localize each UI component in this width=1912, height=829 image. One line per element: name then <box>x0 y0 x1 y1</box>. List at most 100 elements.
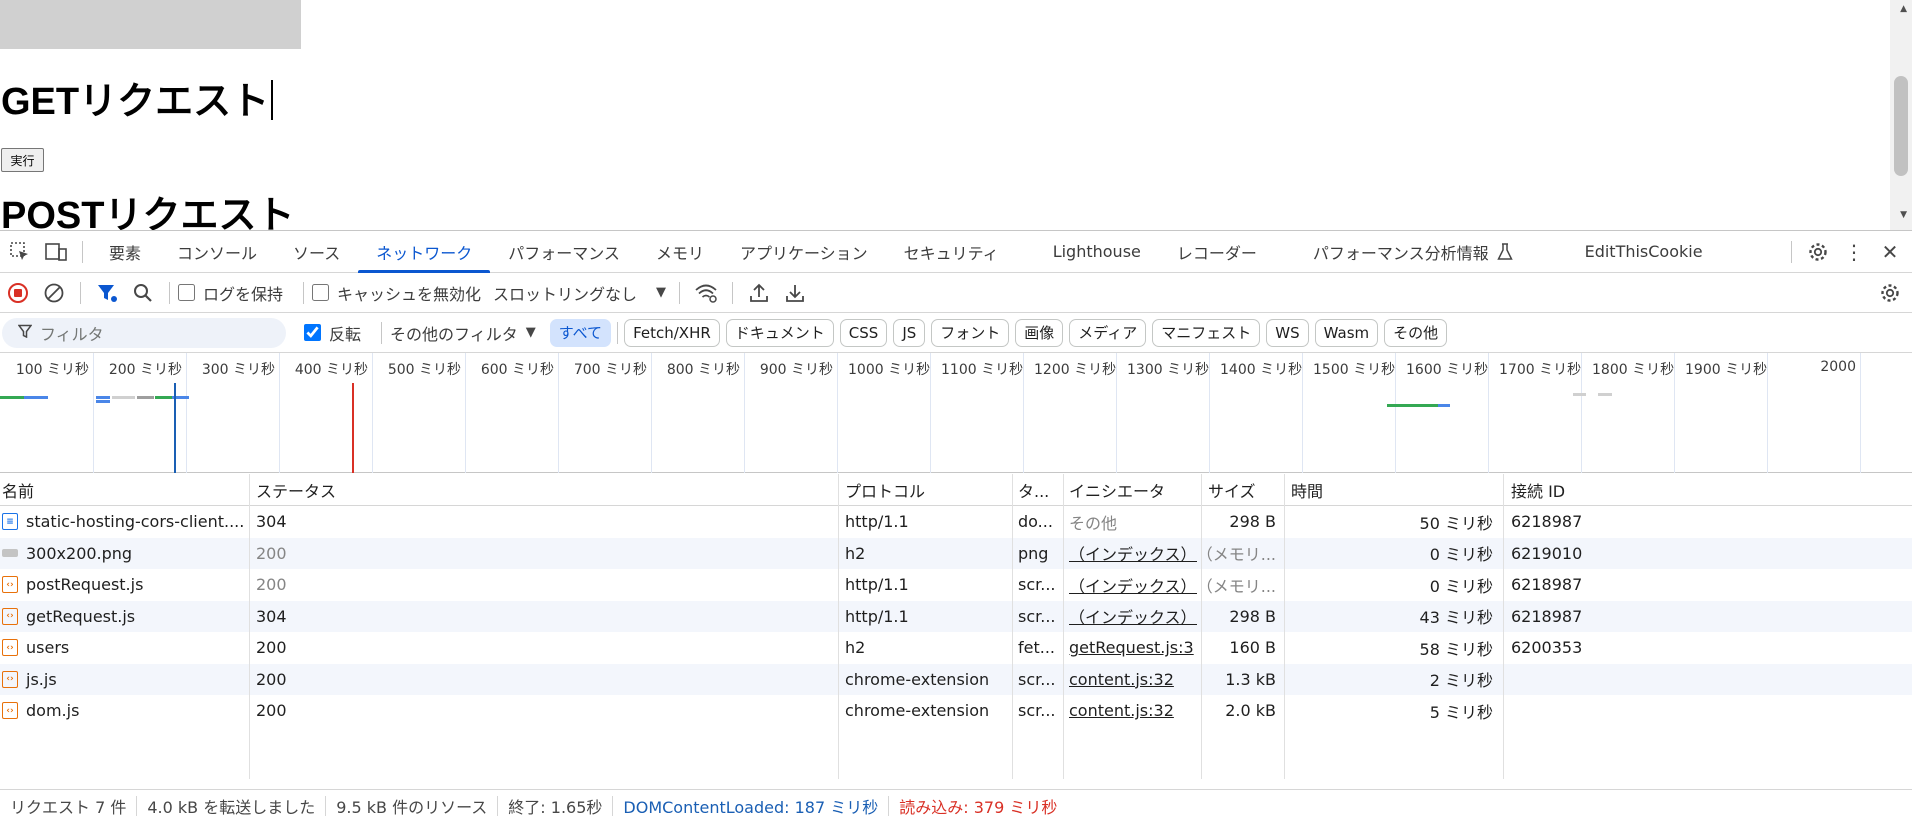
header-protocol[interactable]: プロトコル <box>843 474 1008 506</box>
table-row[interactable]: ‹› users 200 h2 fet... getRequest.js:3 160 B 58… <box>0 632 1912 664</box>
close-devtools-icon[interactable]: ✕ <box>1872 234 1908 270</box>
chip-ws[interactable]: WS <box>1266 318 1309 347</box>
column-divider[interactable] <box>1201 474 1202 779</box>
cell-initiator[interactable]: content.js:32 <box>1067 695 1197 727</box>
record-stop-icon[interactable] <box>0 275 36 311</box>
script-icon: ‹› <box>2 607 18 625</box>
chip-wasm[interactable]: Wasm <box>1314 318 1379 347</box>
table-row[interactable]: ‹› getRequest.js 304 http/1.1 scr... （インデックス）… <box>0 600 1912 633</box>
chip-document[interactable]: ドキュメント <box>725 318 834 347</box>
tab-console[interactable]: コンソール <box>159 231 275 273</box>
status-finish: 終了: 1.65秒 <box>498 796 614 817</box>
column-divider[interactable] <box>249 474 250 779</box>
clear-log-icon[interactable] <box>36 275 72 311</box>
image-icon <box>2 549 18 558</box>
chip-manifest[interactable]: マニフェスト <box>1152 318 1261 347</box>
chip-fetch-xhr[interactable]: Fetch/XHR <box>624 318 720 347</box>
toolbar-divider <box>80 281 81 304</box>
chip-media[interactable]: メディア <box>1069 318 1147 347</box>
preserve-log-input[interactable] <box>178 284 195 301</box>
tab-elements[interactable]: 要素 <box>91 231 159 273</box>
preserve-log-checkbox[interactable]: ログを保持 <box>178 281 283 305</box>
toolbar-divider <box>169 281 170 304</box>
column-divider[interactable] <box>1063 474 1064 779</box>
more-options-icon[interactable]: ⋮ <box>1836 234 1872 270</box>
chevron-down-icon[interactable]: ▼ <box>651 275 671 311</box>
run-button[interactable]: 実行 <box>1 148 44 172</box>
column-divider[interactable] <box>1503 474 1504 779</box>
more-filters-chevron-icon[interactable]: ▼ <box>526 325 536 340</box>
table-row[interactable]: ‹› postRequest.js 200 http/1.1 scr... （インデックス… <box>0 569 1912 601</box>
scroll-up-icon[interactable]: ▲ <box>1900 4 1907 14</box>
cell-initiator[interactable]: （インデックス）:1 <box>1067 601 1197 633</box>
timeline-gridline <box>1860 353 1861 473</box>
header-initiator[interactable]: イニシエータ <box>1067 474 1197 506</box>
cell-conn: 6218987 <box>1511 512 1583 532</box>
invert-checkbox[interactable]: 反転 <box>304 321 361 345</box>
tab-sources[interactable]: ソース <box>275 231 358 273</box>
search-icon[interactable] <box>125 275 161 311</box>
network-settings-gear-icon[interactable] <box>1872 275 1908 311</box>
tab-security[interactable]: セキュリティ <box>886 231 1017 273</box>
disable-cache-checkbox[interactable]: キャッシュを無効化 <box>312 281 481 305</box>
table-row[interactable]: ≡ static-hosting-cors-client.... 304 http/1… <box>0 506 1912 538</box>
timeline-overview[interactable]: 100 ミリ秒 200 ミリ秒 300 ミリ秒 400 ミリ秒 500 ミリ秒 600 ミ… <box>0 353 1912 473</box>
network-conditions-icon[interactable] <box>688 275 724 311</box>
header-name[interactable]: 名前 <box>0 474 248 506</box>
inspect-element-icon[interactable] <box>2 234 38 270</box>
import-har-icon[interactable] <box>741 275 777 311</box>
tab-recorder[interactable]: レコーダー <box>1159 231 1275 273</box>
disable-cache-input[interactable] <box>312 284 330 301</box>
chip-image[interactable]: 画像 <box>1015 318 1064 347</box>
tab-application[interactable]: アプリケーション <box>722 231 886 273</box>
scroll-thumb[interactable] <box>1894 76 1908 176</box>
timeline-tick-label: 1400 ミリ秒 <box>1220 362 1303 378</box>
chip-all[interactable]: すべて <box>549 318 612 347</box>
tab-performance[interactable]: パフォーマンス <box>490 231 638 273</box>
scroll-down-icon[interactable]: ▼ <box>1900 210 1907 220</box>
device-toolbar-icon[interactable] <box>38 234 74 270</box>
cell-initiator[interactable]: （インデックス）:1 <box>1067 569 1197 601</box>
tab-performance-insights[interactable]: パフォーマンス分析情報 <box>1295 231 1493 273</box>
tab-editthiscookie[interactable]: EditThisCookie <box>1567 231 1721 273</box>
cell-initiator[interactable]: content.js:32 <box>1067 664 1197 696</box>
tab-memory[interactable]: メモリ <box>638 231 722 273</box>
column-divider[interactable] <box>838 474 839 779</box>
column-divider[interactable] <box>1284 474 1285 779</box>
timeline-tick-label: 2000 <box>1820 359 1856 375</box>
header-status[interactable]: ステータス <box>254 474 834 506</box>
chip-font[interactable]: フォント <box>931 318 1010 347</box>
cell-size: 160 B <box>1229 638 1276 658</box>
chip-css[interactable]: CSS <box>839 318 888 347</box>
header-type[interactable]: タ... <box>1016 474 1061 506</box>
tab-network[interactable]: ネットワーク <box>358 231 491 273</box>
page-scrollbar[interactable]: ▲ ▼ <box>1890 0 1912 230</box>
timeline-gridline <box>1302 353 1303 473</box>
table-row[interactable]: 300x200.png 200 h2 png （インデックス）:8 （メモリ... 0 ミリ… <box>0 537 1912 570</box>
invert-input[interactable] <box>304 324 321 341</box>
timeline-gridline <box>1488 353 1489 473</box>
timeline-request-bar <box>1573 393 1586 396</box>
header-size[interactable]: サイズ <box>1206 474 1282 506</box>
timeline-request-bar <box>137 396 154 399</box>
cell-initiator[interactable]: （インデックス）:8 <box>1067 538 1197 570</box>
chip-js[interactable]: JS <box>893 318 926 347</box>
timeline-request-bar <box>96 396 110 399</box>
filter-input[interactable]: フィルタ <box>2 317 286 348</box>
settings-gear-icon[interactable] <box>1800 234 1836 270</box>
header-connection-id[interactable]: 接続 ID <box>1509 474 1709 506</box>
chip-other[interactable]: その他 <box>1384 318 1448 347</box>
export-har-icon[interactable] <box>777 275 813 311</box>
column-divider[interactable] <box>1012 474 1013 779</box>
table-row[interactable]: ‹› dom.js 200 chrome-extension scr... content… <box>0 695 1912 727</box>
table-row[interactable]: ‹› js.js 200 chrome-extension scr... content.… <box>0 663 1912 696</box>
filter-toggle-icon[interactable] <box>89 275 125 311</box>
throttling-select[interactable]: スロットリングなし <box>493 281 637 305</box>
post-heading: POSTリクエスト <box>1 195 295 230</box>
header-time[interactable]: 時間 <box>1289 474 1499 506</box>
text-caret <box>271 80 274 120</box>
cell-initiator[interactable]: getRequest.js:3 <box>1067 632 1197 664</box>
more-filters-dropdown[interactable]: その他のフィルタ <box>390 321 518 345</box>
disable-cache-label: キャッシュを無効化 <box>337 284 482 304</box>
tab-lighthouse[interactable]: Lighthouse <box>1035 231 1159 273</box>
